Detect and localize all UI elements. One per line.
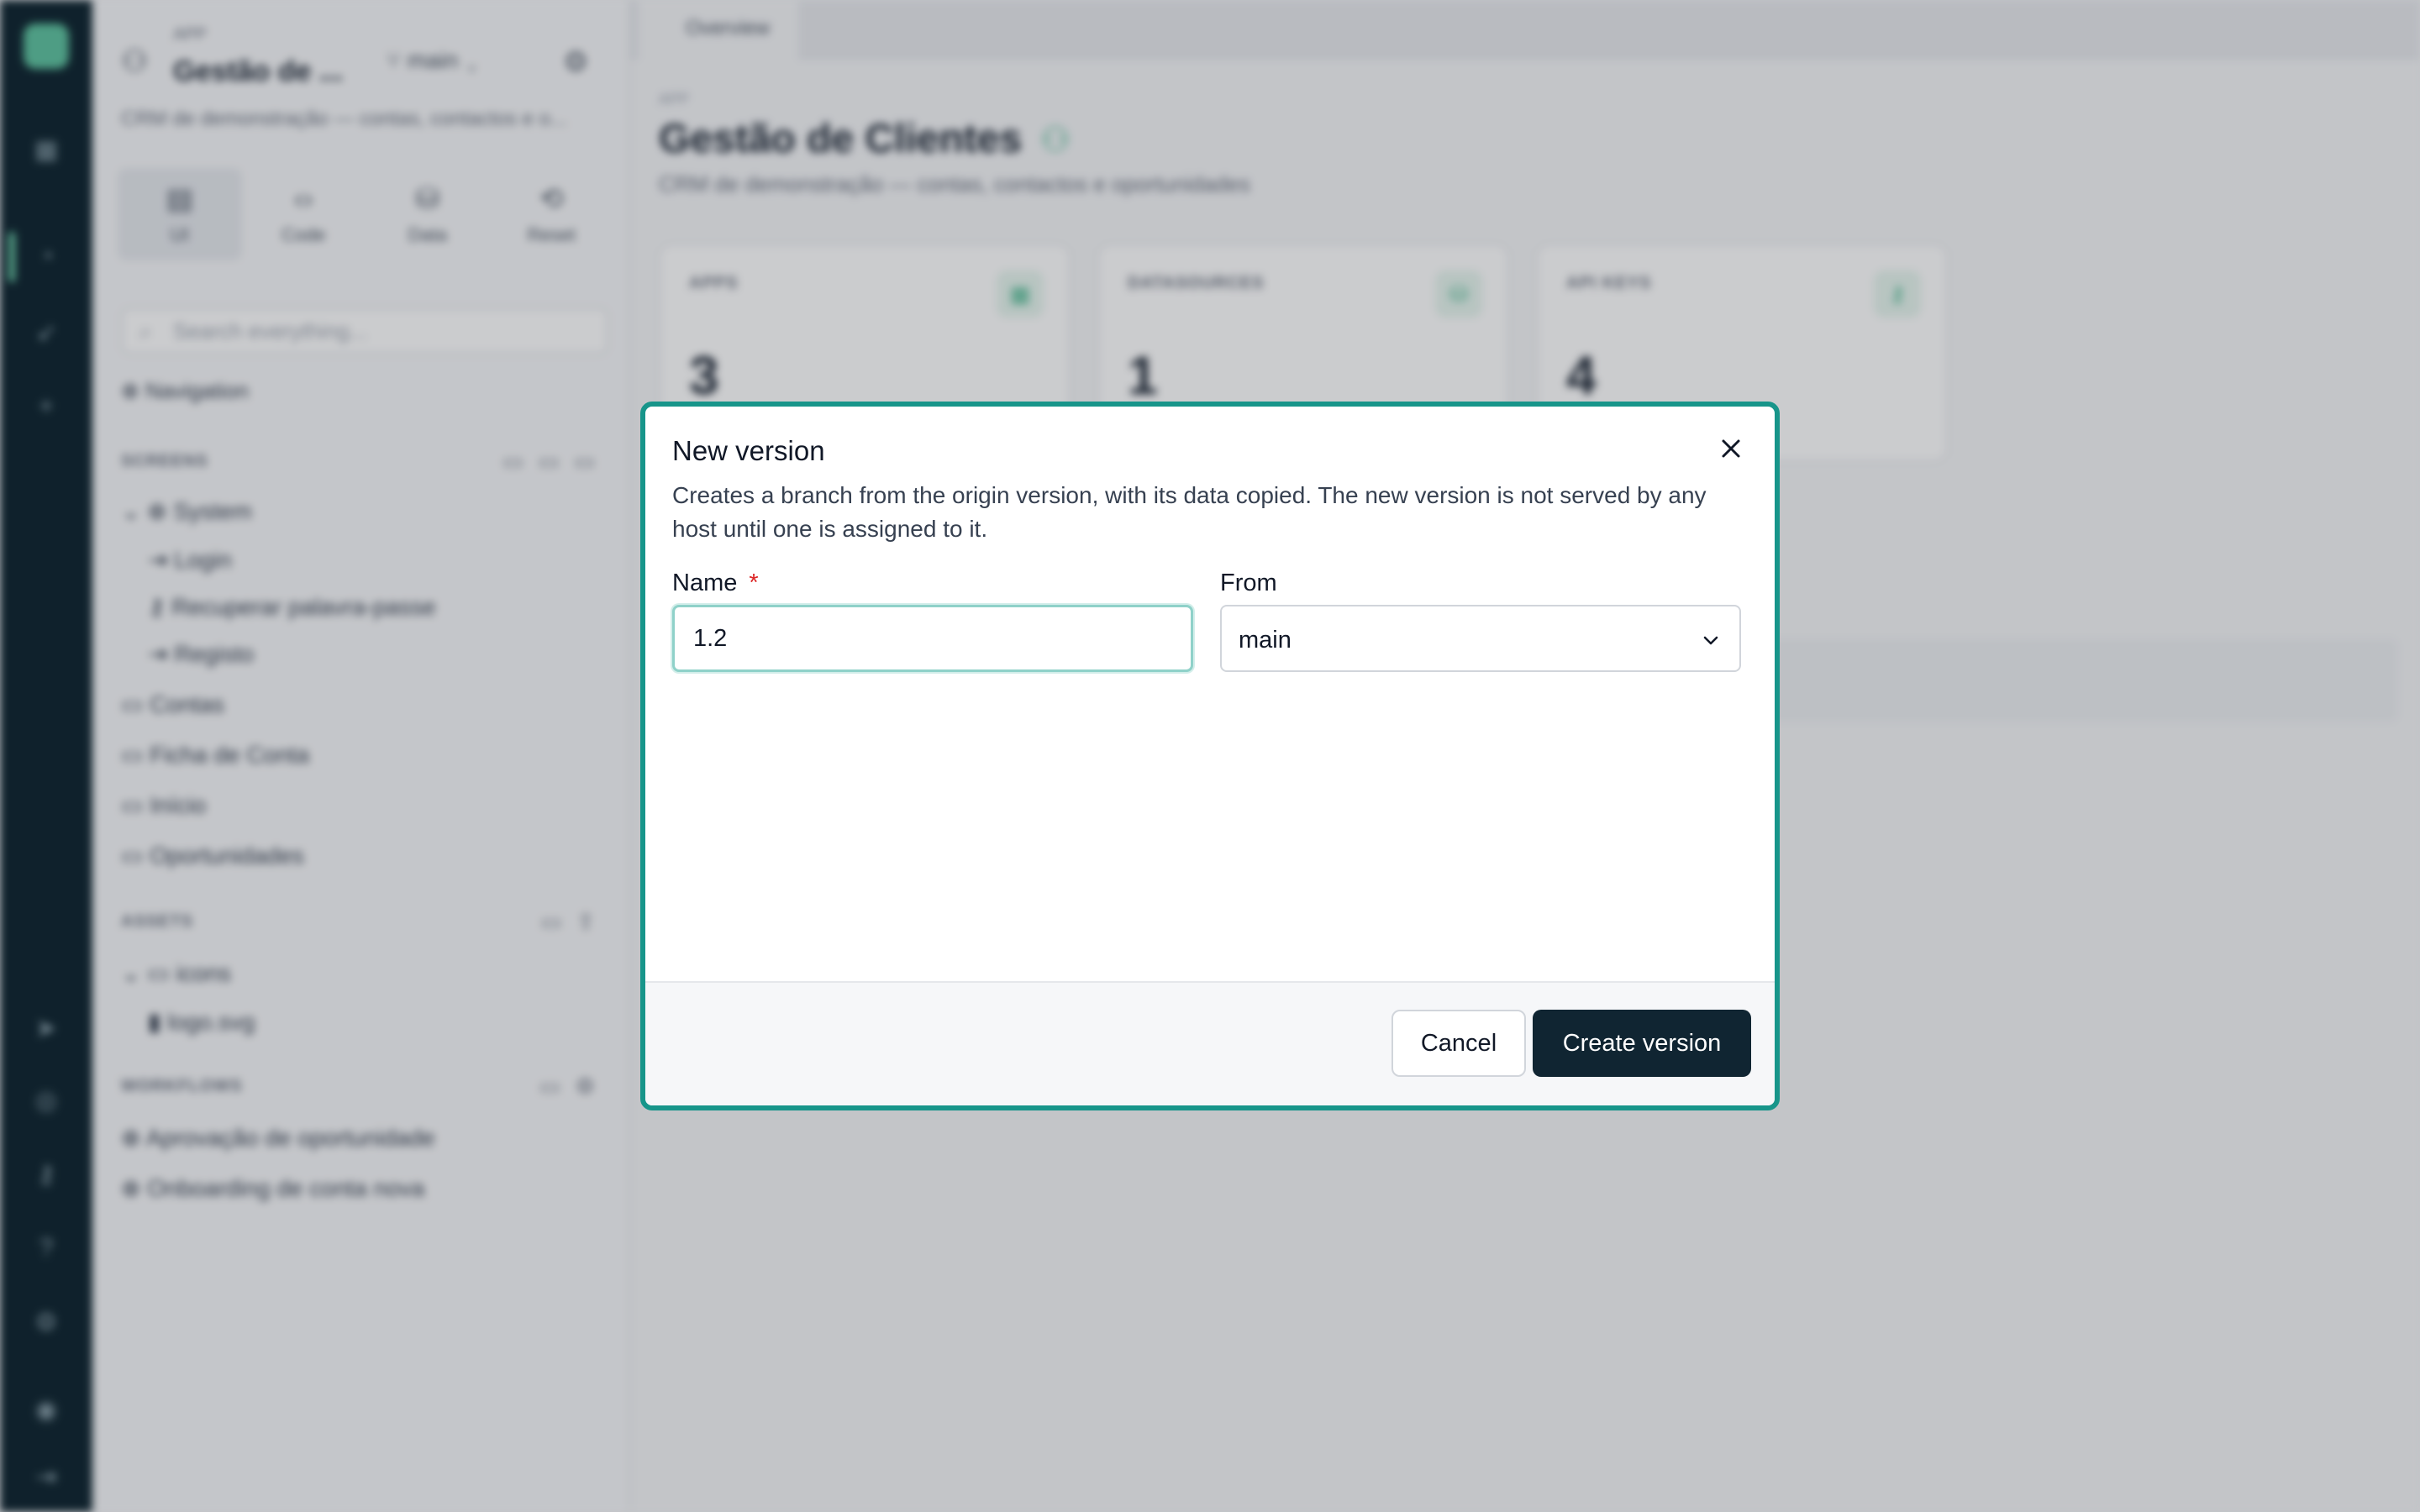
dialog-footer: Cancel Create version bbox=[645, 981, 1775, 1105]
from-field-label: From bbox=[1220, 570, 1277, 596]
chevron-down-icon bbox=[1703, 636, 1718, 645]
dialog-title: New version bbox=[672, 435, 825, 466]
dialog-description: Creates a branch from the origin version… bbox=[672, 482, 1707, 542]
required-marker: * bbox=[749, 570, 759, 596]
new-version-dialog: New version Creates a branch from the or… bbox=[640, 402, 1780, 1110]
name-field-label: Name * bbox=[672, 570, 759, 597]
name-label-text: Name bbox=[672, 570, 738, 596]
close-icon[interactable] bbox=[1712, 430, 1749, 467]
version-name-input[interactable] bbox=[672, 605, 1193, 672]
from-version-select[interactable]: main bbox=[1220, 605, 1741, 672]
create-version-button[interactable]: Create version bbox=[1533, 1010, 1751, 1077]
cancel-button[interactable]: Cancel bbox=[1392, 1010, 1526, 1077]
from-selected-value: main bbox=[1239, 627, 1292, 654]
